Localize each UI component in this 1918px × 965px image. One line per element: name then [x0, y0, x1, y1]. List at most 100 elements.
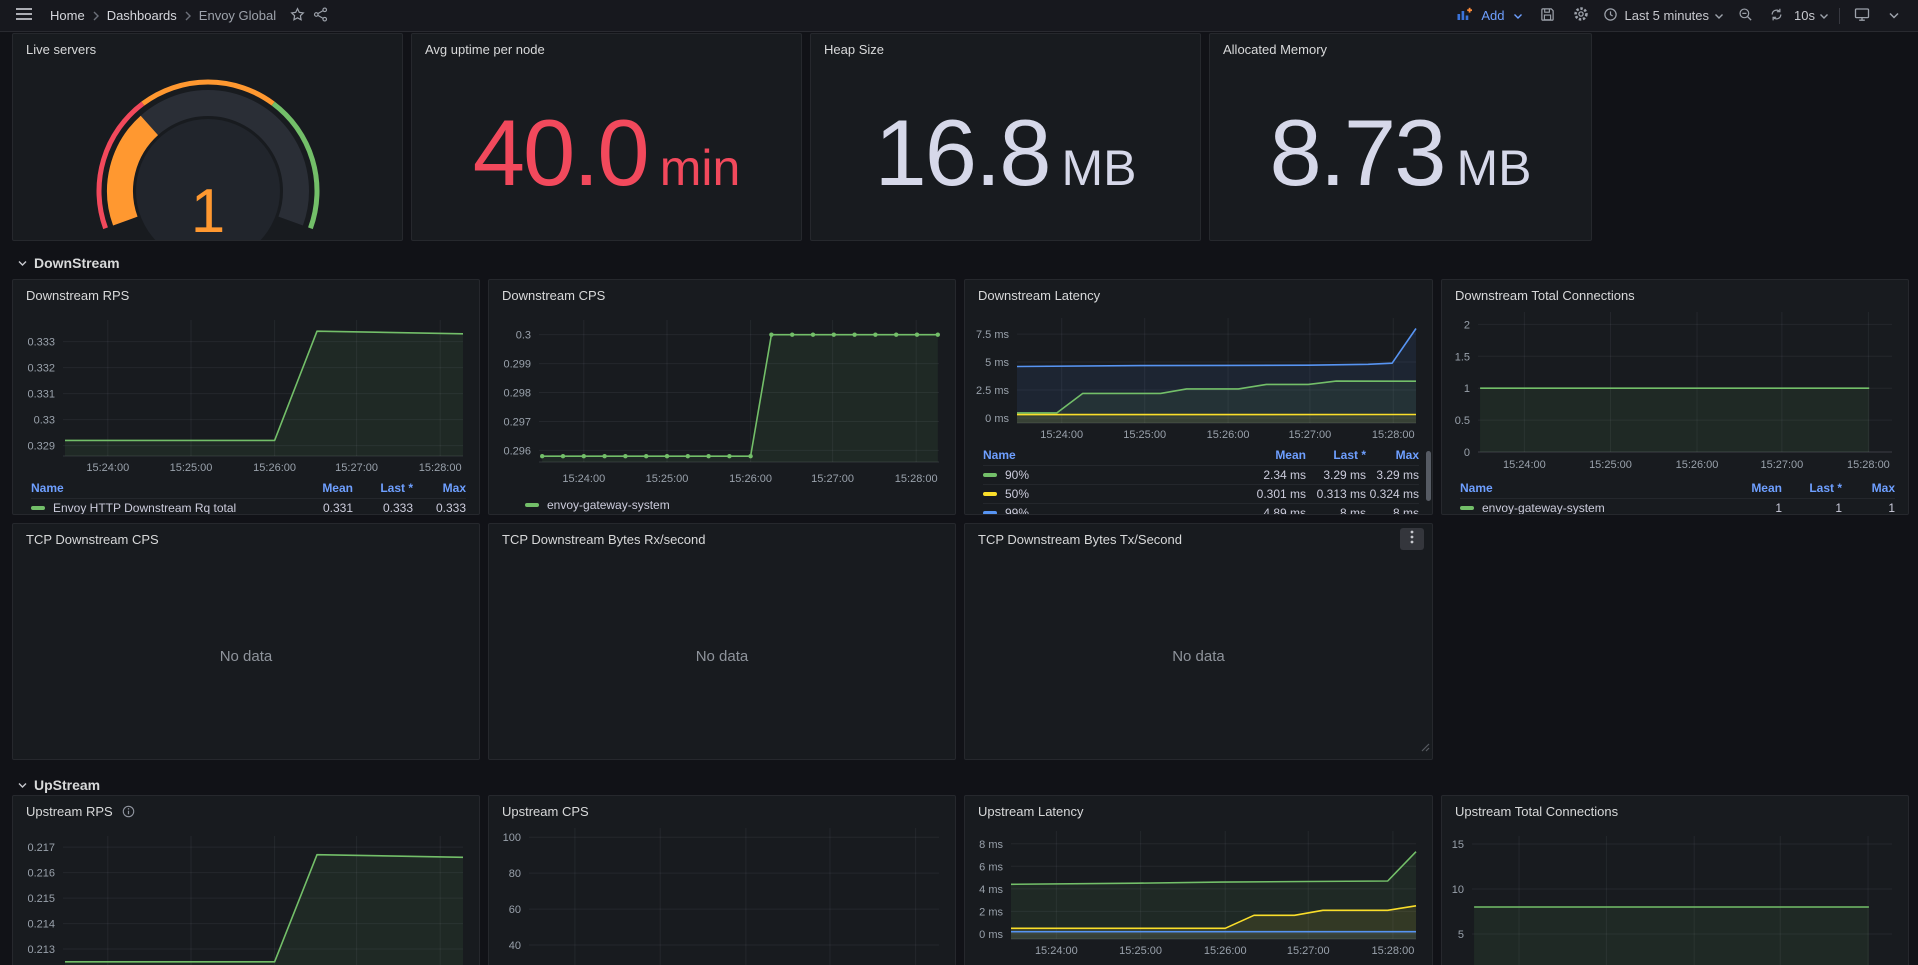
svg-text:15:28:00: 15:28:00: [1372, 945, 1415, 957]
add-panel-button[interactable]: Add: [1451, 7, 1526, 24]
panel-resize-handle[interactable]: [1421, 739, 1430, 757]
legend-column-header[interactable]: Mean: [293, 481, 353, 498]
panel-menu-button[interactable]: [1400, 528, 1424, 550]
legend-stat-value: 0.333: [413, 501, 466, 515]
panel-upstream-latency: Upstream Latency 15:24:0015:25:0015:26:0…: [964, 795, 1433, 965]
chevron-down-icon: [18, 782, 27, 789]
chevron-down-icon: [1513, 8, 1523, 23]
time-series-plot[interactable]: 15:24:0015:25:0015:26:0015:27:0015:28:00…: [13, 826, 479, 965]
panel-title[interactable]: Upstream Total Connections: [1455, 804, 1618, 819]
svg-text:15:25:00: 15:25:00: [1119, 945, 1162, 957]
dashboard-settings-button[interactable]: [1569, 2, 1593, 29]
legend-series-name[interactable]: envoy-gateway-system: [525, 498, 670, 512]
panel-title[interactable]: TCP Downstream CPS: [26, 532, 159, 547]
time-series-plot[interactable]: 15:24:0015:25:0015:26:0015:27:0015:28:00…: [1442, 310, 1908, 476]
time-series-plot[interactable]: 15:24:0015:25:0015:26:0015:27:0015:28:00…: [489, 310, 955, 490]
panel-title[interactable]: Live servers: [26, 42, 96, 57]
breadcrumb: Home Dashboards Envoy Global: [50, 8, 276, 23]
svg-text:15:27:00: 15:27:00: [1287, 945, 1330, 957]
legend-column-header[interactable]: Last *: [1306, 448, 1366, 465]
kiosk-mode-button[interactable]: [1850, 3, 1874, 29]
panel-title[interactable]: Heap Size: [824, 42, 884, 57]
monitor-icon: [1854, 7, 1870, 25]
panel-title[interactable]: Downstream CPS: [502, 288, 605, 303]
legend-column-header[interactable]: Last *: [1782, 481, 1842, 498]
panel-title[interactable]: Upstream RPS: [26, 804, 113, 819]
panel-title[interactable]: Downstream Latency: [978, 288, 1100, 303]
legend-scrollbar[interactable]: [1426, 451, 1431, 501]
panel-title[interactable]: Allocated Memory: [1223, 42, 1327, 57]
legend-column-header[interactable]: Mean: [1246, 448, 1306, 465]
legend-stat-value: 1: [1842, 501, 1895, 515]
legend-series-name[interactable]: 50%: [983, 487, 1246, 501]
legend-column-header[interactable]: Name: [983, 448, 1246, 465]
svg-text:2 ms: 2 ms: [979, 906, 1003, 918]
panel-title[interactable]: Avg uptime per node: [425, 42, 545, 57]
svg-text:0.331: 0.331: [27, 389, 55, 401]
svg-text:7.5 ms: 7.5 ms: [976, 329, 1010, 341]
svg-text:0.213: 0.213: [27, 944, 55, 956]
panel-title[interactable]: Upstream CPS: [502, 804, 589, 819]
refresh-interval-label[interactable]: 10s: [1794, 8, 1815, 23]
refresh-button[interactable]: [1767, 5, 1786, 27]
series-color-swatch: [983, 492, 997, 496]
legend-column-header[interactable]: Max: [1366, 448, 1419, 465]
svg-text:40: 40: [509, 940, 521, 952]
svg-text:80: 80: [509, 868, 521, 880]
top-nav-bar: Home Dashboards Envoy Global Ad: [0, 0, 1918, 32]
search-minus-icon: [1738, 7, 1753, 25]
chevron-right-icon: [92, 11, 100, 21]
svg-text:15:27:00: 15:27:00: [1288, 429, 1331, 441]
kebab-menu-icon: [1410, 530, 1414, 549]
stat-value: 16.8 MB: [875, 99, 1137, 207]
info-circle-icon[interactable]: [122, 805, 135, 818]
row-header-downstream[interactable]: DownStream: [18, 250, 120, 276]
time-range-picker[interactable]: Last 5 minutes: [1603, 7, 1724, 25]
time-series-plot[interactable]: 15:24:0015:25:0015:26:0015:27:0015:28:00…: [965, 826, 1432, 959]
legend-column-header[interactable]: Name: [31, 481, 293, 498]
legend-column-header[interactable]: Name: [1460, 481, 1722, 498]
legend-series-name[interactable]: envoy-gateway-system: [1460, 501, 1722, 515]
svg-text:15:27:00: 15:27:00: [811, 473, 854, 485]
legend-series-name[interactable]: 99%: [983, 506, 1246, 515]
breadcrumb-home[interactable]: Home: [50, 8, 85, 23]
panel-title[interactable]: Upstream Latency: [978, 804, 1084, 819]
svg-text:0.298: 0.298: [503, 388, 531, 400]
legend-series-name[interactable]: Envoy HTTP Downstream Rq total: [31, 501, 293, 515]
svg-text:0.329: 0.329: [27, 441, 55, 453]
legend-stat-value: 8 ms: [1306, 506, 1366, 515]
legend-column-header[interactable]: Max: [1842, 481, 1895, 498]
time-series-plot[interactable]: 15:24:0015:25:0015:26:0015:27:0015:28:00…: [489, 826, 955, 965]
svg-text:0.333: 0.333: [27, 337, 55, 349]
breadcrumb-current: Envoy Global: [199, 8, 276, 23]
time-series-plot[interactable]: 15:24:0015:25:0015:26:0015:27:0015:28:00…: [965, 310, 1432, 443]
panel-title[interactable]: Downstream Total Connections: [1455, 288, 1635, 303]
chart-upstream-latency: 15:24:0015:25:0015:26:0015:27:0015:28:00…: [965, 826, 1432, 965]
svg-text:1.5: 1.5: [1455, 351, 1470, 363]
chart-upstream-cps: 15:24:0015:25:0015:26:0015:27:0015:28:00…: [489, 826, 955, 965]
hamburger-icon: [16, 7, 32, 24]
legend-column-header[interactable]: Mean: [1722, 481, 1782, 498]
svg-text:5 ms: 5 ms: [985, 357, 1009, 369]
share-dashboard-button[interactable]: [309, 3, 332, 29]
zoom-out-time-button[interactable]: [1734, 3, 1757, 29]
legend-column-header[interactable]: Max: [413, 481, 466, 498]
legend-column-header[interactable]: Last *: [353, 481, 413, 498]
save-icon: [1540, 7, 1555, 25]
panel-title[interactable]: TCP Downstream Bytes Rx/second: [502, 532, 706, 547]
breadcrumb-dashboards[interactable]: Dashboards: [107, 8, 177, 23]
chevron-right-icon: [184, 11, 192, 21]
favorite-star-button[interactable]: [286, 3, 309, 29]
svg-text:15:28:00: 15:28:00: [1847, 459, 1890, 471]
collapse-toolbar-button[interactable]: [1884, 4, 1904, 27]
panel-title[interactable]: Downstream RPS: [26, 288, 129, 303]
panel-title[interactable]: TCP Downstream Bytes Tx/Second: [978, 532, 1182, 547]
menu-toggle-button[interactable]: [12, 3, 36, 28]
chevron-down-icon[interactable]: [1819, 8, 1829, 23]
time-series-plot[interactable]: 15:24:0015:25:0015:26:0015:27:0015:28:00…: [1442, 826, 1908, 965]
chart-legend: NameMeanLast *Maxenvoy-gateway-system111: [1442, 481, 1908, 515]
save-dashboard-button[interactable]: [1536, 3, 1559, 29]
legend-series-name[interactable]: 90%: [983, 468, 1246, 482]
svg-text:15:24:00: 15:24:00: [1035, 945, 1078, 957]
time-series-plot[interactable]: 15:24:0015:25:0015:26:0015:27:0015:28:00…: [13, 310, 479, 476]
